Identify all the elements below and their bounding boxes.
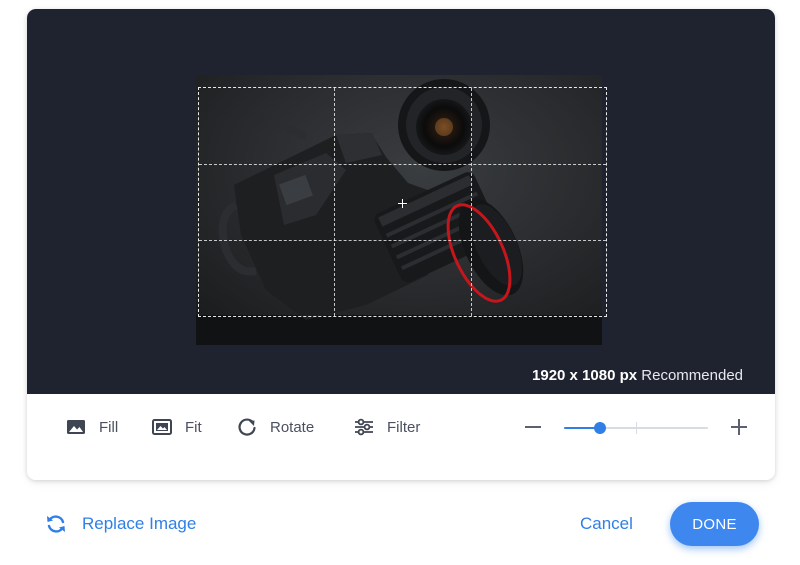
- zoom-in-button[interactable]: [728, 414, 750, 440]
- grid-line: [471, 88, 472, 316]
- zoom-slider[interactable]: [564, 422, 708, 434]
- refresh-icon: [44, 512, 68, 536]
- fill-button[interactable]: Fill: [65, 414, 118, 440]
- zoom-thumb[interactable]: [594, 422, 606, 434]
- zoom-midpoint-tick: [636, 422, 637, 434]
- image-preview-area: 1920 x 1080 px Recommended: [27, 9, 775, 394]
- crosshair-icon[interactable]: [398, 199, 407, 208]
- fit-label: Fit: [185, 418, 202, 436]
- grid-line: [199, 240, 606, 241]
- rotate-label: Rotate: [270, 418, 315, 436]
- image-fill-icon: [65, 416, 87, 438]
- image-editor-card: 1920 x 1080 px Recommended Fill Fit Rota…: [27, 9, 775, 480]
- rotate-button[interactable]: Rotate: [236, 414, 314, 440]
- filter-label: Filter: [387, 418, 421, 436]
- grid-line: [199, 164, 606, 165]
- fit-button[interactable]: Fit: [151, 414, 202, 440]
- zoom-out-button[interactable]: [522, 414, 544, 440]
- recommended-label: Recommended: [641, 367, 743, 384]
- fill-label: Fill: [99, 418, 119, 436]
- editor-toolbar: Fill Fit Rotate Filter: [27, 394, 775, 480]
- filter-sliders-icon: [353, 416, 375, 438]
- recommended-size-note: 1920 x 1080 px Recommended: [532, 367, 743, 384]
- recommended-size: 1920 x 1080 px: [532, 367, 638, 384]
- rotate-icon: [236, 416, 258, 438]
- image-fit-icon: [151, 416, 173, 438]
- replace-image-button[interactable]: Replace Image: [44, 510, 196, 538]
- cancel-button[interactable]: Cancel: [580, 510, 633, 538]
- filter-button[interactable]: Filter: [353, 414, 420, 440]
- done-button[interactable]: DONE: [670, 502, 759, 546]
- replace-image-label: Replace Image: [82, 514, 197, 533]
- grid-line: [334, 88, 335, 316]
